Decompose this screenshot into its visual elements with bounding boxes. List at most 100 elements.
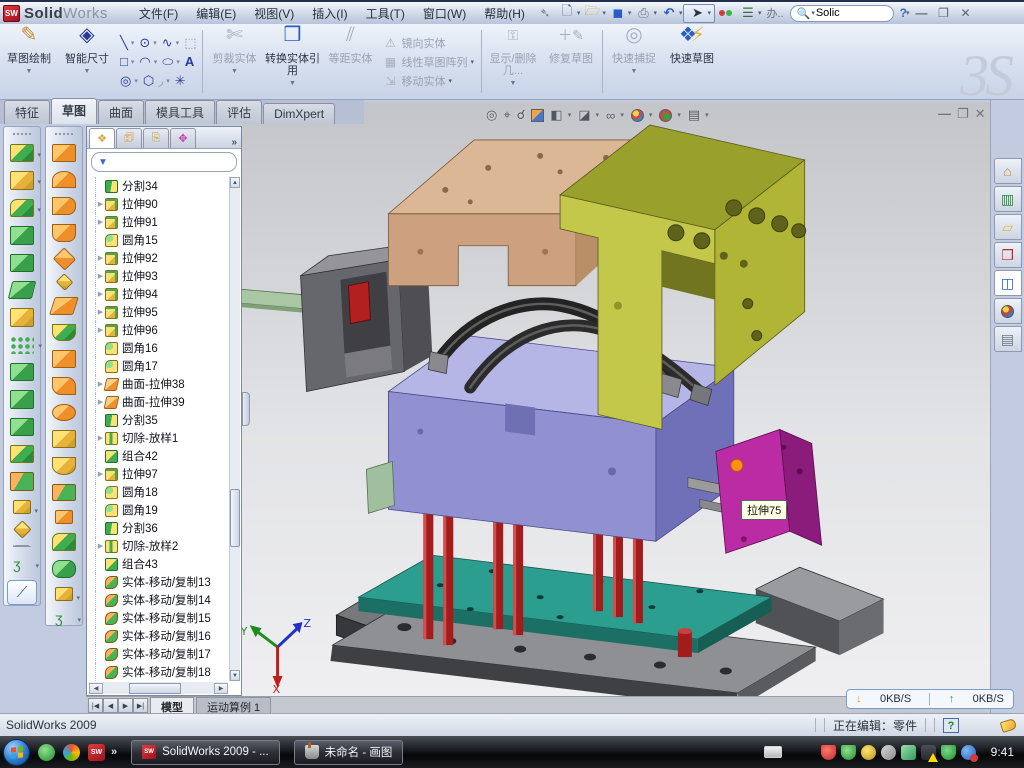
- ellipse-tool-icon[interactable]: ⬭: [162, 54, 173, 70]
- tree-item[interactable]: 实体-移动/复制15: [95, 609, 228, 627]
- appearance-dropdown[interactable]: ▾: [649, 111, 653, 119]
- hscroll-thumb[interactable]: [129, 683, 181, 694]
- smart-dimension-dropdown[interactable]: ▼: [84, 66, 91, 78]
- configuration-manager-tab[interactable]: ⎘: [143, 128, 169, 148]
- model-short-pin[interactable]: [678, 628, 692, 657]
- zoom-fit-icon[interactable]: ◎: [486, 107, 497, 123]
- menu-insert[interactable]: 插入(I): [303, 2, 356, 25]
- tray-icon-volume[interactable]: [881, 745, 896, 760]
- hide-show-dropdown[interactable]: ▾: [620, 111, 624, 119]
- scroll-up-button[interactable]: ▲: [230, 177, 240, 188]
- close-button[interactable]: ✕: [954, 5, 976, 21]
- menu-edit[interactable]: 编辑(E): [187, 2, 245, 25]
- trim-surface-icon[interactable]: [52, 484, 76, 502]
- lofted-surface-icon[interactable]: [52, 197, 76, 215]
- tree-item[interactable]: 组合43: [95, 555, 228, 573]
- taskbar-clock[interactable]: 9:41: [991, 745, 1014, 759]
- input-method-keyboard-icon[interactable]: [764, 746, 782, 758]
- tree-item[interactable]: 圆角15: [95, 231, 228, 249]
- previous-view-icon[interactable]: ☌: [517, 107, 526, 123]
- replace-face-icon[interactable]: [52, 430, 76, 448]
- appearances-tab[interactable]: [994, 298, 1022, 324]
- tree-item[interactable]: 实体-移动/复制13: [95, 573, 228, 591]
- prev-tab-button[interactable]: ◀: [103, 698, 118, 713]
- tree-item[interactable]: ▶曲面-拉伸38: [95, 375, 228, 393]
- restore-button[interactable]: ❐: [932, 5, 954, 21]
- measure-tool-button[interactable]: ⟋: [7, 580, 37, 605]
- scroll-thumb[interactable]: [230, 489, 240, 547]
- sketch-fillet-icon[interactable]: ◞: [158, 73, 163, 89]
- tray-icon-sync-blocked[interactable]: [961, 745, 976, 760]
- tree-item[interactable]: 分割34: [95, 177, 228, 195]
- surface-fillet-icon[interactable]: [52, 533, 76, 551]
- cylinder-icon[interactable]: [52, 560, 76, 578]
- extrude-boss-icon[interactable]: ▾: [10, 144, 34, 162]
- tab-surfaces[interactable]: 曲面: [98, 100, 144, 124]
- reference-geometry-icon[interactable]: ▾: [13, 500, 31, 515]
- tags-icon[interactable]: [1000, 717, 1018, 732]
- axis-icon[interactable]: [13, 545, 31, 547]
- view-orientation-dropdown[interactable]: ▾: [568, 111, 572, 119]
- property-manager-tab[interactable]: 🗊: [116, 128, 142, 148]
- print-dropdown[interactable]: ▾: [653, 9, 657, 17]
- view-orientation-icon[interactable]: ◧: [550, 107, 562, 123]
- text-tool-icon[interactable]: A: [185, 54, 194, 69]
- thicken-icon[interactable]: [52, 350, 76, 368]
- freeform-icon[interactable]: [55, 273, 73, 291]
- planar-surface-icon[interactable]: [49, 297, 79, 315]
- sketch-button[interactable]: ✎ 草图绘制▼: [0, 24, 58, 99]
- swept-surface-icon[interactable]: [52, 144, 76, 162]
- pin-menu-icon[interactable]: ➴: [535, 4, 555, 22]
- tray-icon-badge[interactable]: [861, 745, 876, 760]
- display-style-icon[interactable]: ◪: [578, 107, 590, 123]
- tab-dimxpert[interactable]: DimXpert: [263, 103, 335, 124]
- tree-item[interactable]: ▶拉伸97: [95, 465, 228, 483]
- rebuild-traffic-light-icon[interactable]: [716, 4, 736, 22]
- tree-item[interactable]: 圆角16: [95, 339, 228, 357]
- scene-dropdown[interactable]: ▾: [677, 111, 681, 119]
- file-explorer-tab[interactable]: ▱: [994, 214, 1022, 240]
- tree-item[interactable]: 分割36: [95, 519, 228, 537]
- select-dropdown[interactable]: ▾: [707, 9, 711, 17]
- minimize-button[interactable]: —: [910, 5, 932, 21]
- taskbar-button-paint[interactable]: 未命名 - 画图: [294, 740, 404, 765]
- mirror-feature-icon[interactable]: [10, 363, 34, 381]
- first-tab-button[interactable]: |◀: [88, 698, 103, 713]
- search-dropdown[interactable]: ▾: [811, 9, 815, 17]
- doc-close-button[interactable]: ✕: [975, 106, 986, 122]
- tree-item[interactable]: 实体-移动/复制14: [95, 591, 228, 609]
- tree-filter-box[interactable]: ▼: [91, 152, 237, 172]
- zoom-area-icon[interactable]: ⌖: [503, 107, 510, 123]
- last-tab-button[interactable]: ▶|: [133, 698, 148, 713]
- tray-icon-security-alert[interactable]: [821, 745, 836, 760]
- tree-item[interactable]: ▶拉伸91: [95, 213, 228, 231]
- tab-features[interactable]: 特征: [4, 100, 50, 124]
- start-button[interactable]: [3, 739, 30, 766]
- selection-box-icon[interactable]: ⬚: [184, 35, 196, 51]
- select-tool[interactable]: ➤▾: [683, 4, 715, 23]
- tree-item[interactable]: ▶拉伸92: [95, 249, 228, 267]
- toolbar-grip[interactable]: [55, 133, 73, 135]
- tab-evaluate[interactable]: 评估: [216, 100, 262, 124]
- tree-item[interactable]: 实体-移动/复制17: [95, 645, 228, 663]
- toolbar-grip[interactable]: [13, 133, 31, 135]
- filled-surface-icon[interactable]: [52, 247, 75, 270]
- view-settings-dropdown[interactable]: ▾: [705, 111, 709, 119]
- tree-item[interactable]: ▶拉伸94: [95, 285, 228, 303]
- save-dropdown[interactable]: ▾: [628, 9, 632, 17]
- tray-icon-shield-plus[interactable]: [941, 745, 956, 760]
- convert-dropdown[interactable]: ▼: [289, 78, 296, 90]
- scroll-right-button[interactable]: ▶: [214, 683, 228, 694]
- undo-dropdown[interactable]: ▾: [679, 9, 683, 17]
- view-palette-tab[interactable]: ◫: [994, 270, 1022, 296]
- tree-item[interactable]: ▶拉伸90: [95, 195, 228, 213]
- offset-surface-icon[interactable]: [52, 324, 76, 342]
- polygon-tool-icon[interactable]: ⬡: [143, 73, 154, 89]
- quicklaunch-icon-1[interactable]: [38, 744, 55, 761]
- move-copy-body-icon[interactable]: [10, 472, 34, 490]
- line-tool-icon[interactable]: ╲: [120, 35, 128, 51]
- model-tab[interactable]: 模型: [150, 697, 194, 713]
- boundary-surface-icon[interactable]: [52, 224, 76, 242]
- point-tool-icon[interactable]: ✳: [175, 73, 186, 89]
- options-dropdown[interactable]: ▾: [758, 9, 762, 17]
